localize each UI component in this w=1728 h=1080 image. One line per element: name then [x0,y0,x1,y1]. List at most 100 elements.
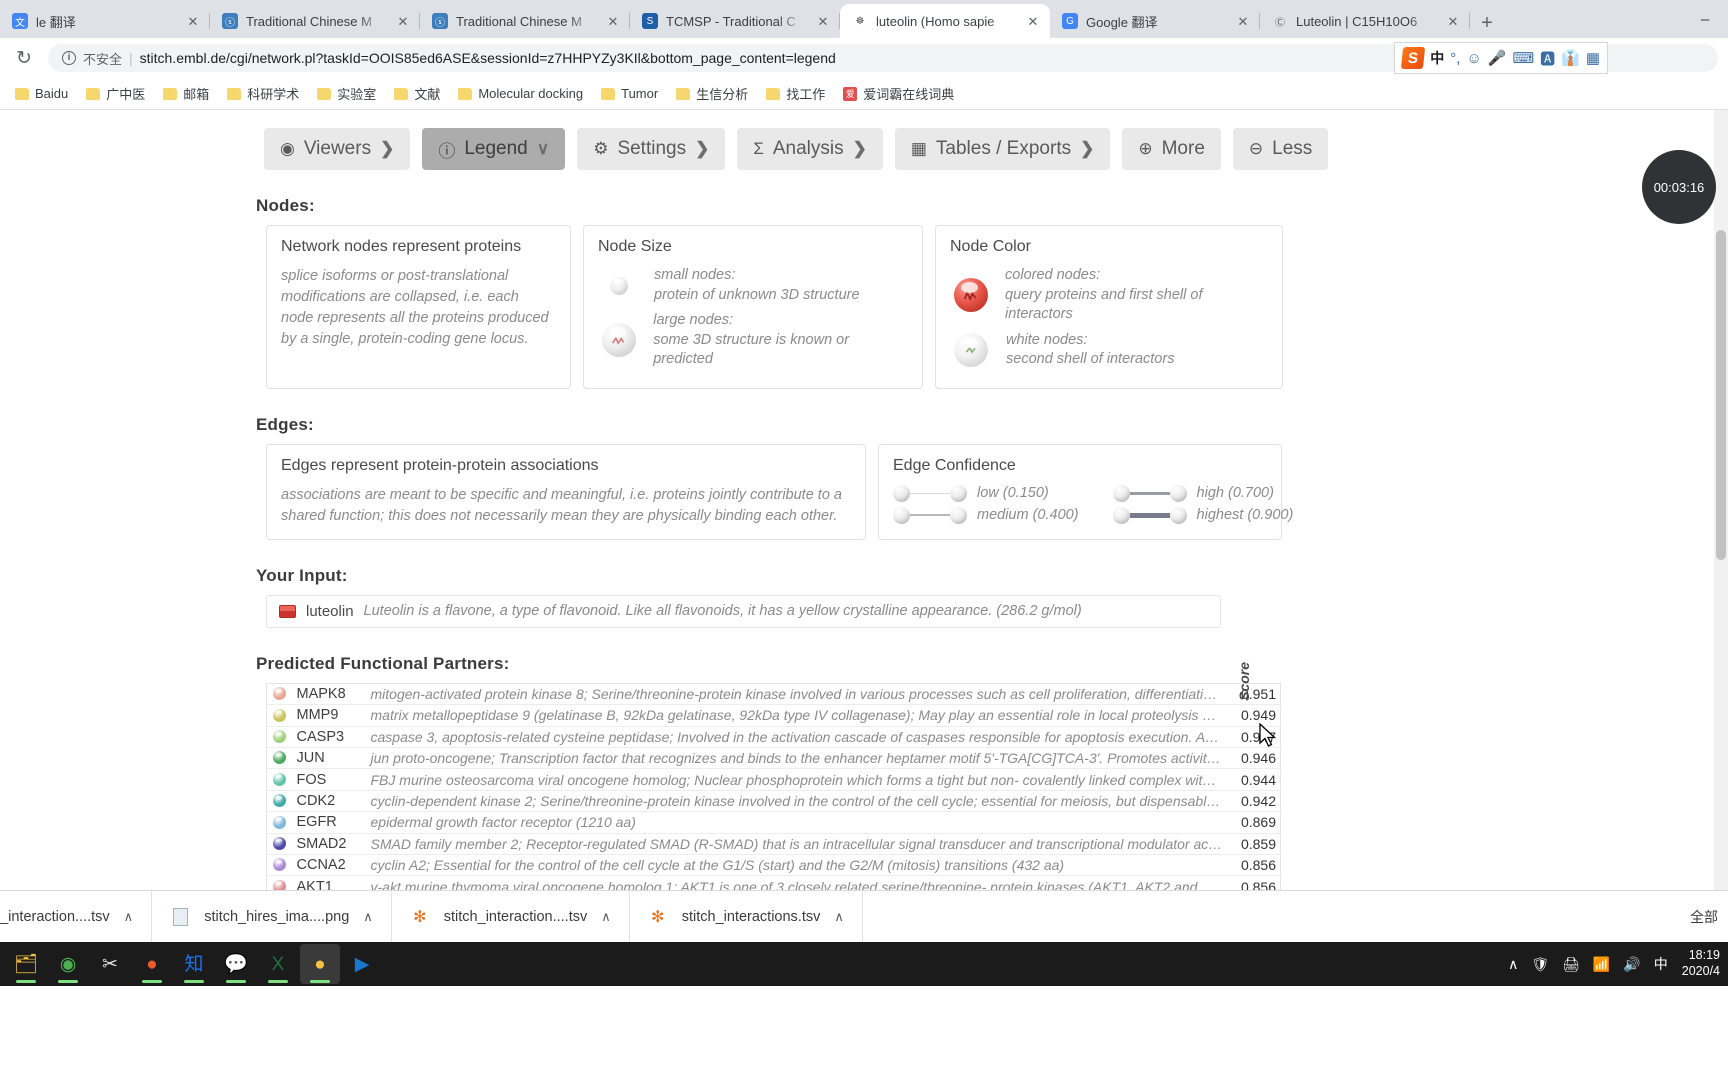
scrollbar-thumb[interactable] [1716,230,1726,560]
toolbar-button-less[interactable]: ⊖ Less [1232,128,1329,170]
minimize-button[interactable]: – [1682,11,1728,28]
bookmark-item[interactable]: 找工作 [759,81,832,106]
partner-name[interactable]: MAPK8 [293,683,367,704]
bookmark-item[interactable]: 广中医 [79,81,152,106]
table-row[interactable]: MAPK8 mitogen-activated protein kinase 8;… [266,683,1281,705]
show-hidden-icons-icon[interactable]: ∧ [1508,956,1518,973]
browser-tab[interactable]: ☸ luteolin (Homo sapie ✕ [840,4,1050,38]
table-row[interactable]: EGFR epidermal growth factor receptor (12… [266,812,1281,834]
table-row[interactable]: FOS FBJ murine osteosarcoma viral oncogen… [266,769,1281,791]
partner-name[interactable]: FOS [293,769,367,790]
microphone-icon[interactable]: 🎤 [1488,49,1507,67]
wechat-icon[interactable]: 💬 [216,944,256,984]
browser-tab[interactable]: G Google 翻译 ✕ [1050,4,1260,38]
partner-name[interactable]: CCNA2 [293,854,367,875]
partner-name[interactable]: MMP9 [293,705,367,726]
nodes-description-card: Network nodes represent proteins splice … [266,225,571,389]
taskbar-clock[interactable]: 18:19 2020/4 [1682,948,1720,979]
video-player-icon[interactable]: ▶ [342,944,382,984]
partner-score: 0.869 [1240,814,1276,831]
close-icon[interactable]: ✕ [814,12,832,30]
volume-icon[interactable]: 🔊 [1623,956,1640,973]
download-item[interactable]: stitch_hires_ima....png ∧ [152,890,392,943]
zhihu-icon[interactable]: 知 [174,944,214,984]
bookmark-label: 生信分析 [696,87,749,102]
browser-tab[interactable]: S TCMSP - Traditional C ✕ [630,4,840,38]
bookmark-item[interactable]: 生信分析 [669,81,755,106]
firefox-icon[interactable]: ● [132,944,172,984]
table-row[interactable]: MMP9 matrix metallopeptidase 9 (gelatinas… [266,705,1281,727]
table-row[interactable]: JUN jun proto-oncogene; Transcription fac… [266,748,1281,769]
toolbox-icon[interactable]: ▦ [1586,49,1600,67]
ime-indicator[interactable]: 中 [1654,954,1668,974]
keyboard-icon[interactable]: ⌨ [1512,49,1534,67]
download-item[interactable]: ✻ stitch_interactions.tsv ∧ [630,890,863,943]
security-icon[interactable]: 🛡 [1531,956,1549,973]
chevron-up-icon[interactable]: ∧ [124,909,134,925]
download-item[interactable]: ✻ stitch_interaction....tsv ∧ [392,890,630,943]
new-tab-button[interactable]: + [1470,8,1504,38]
sogou-icon[interactable]: ● [300,944,340,984]
chevron-up-icon[interactable]: ∧ [834,909,844,925]
snipping-tool-icon[interactable]: ✂ [90,944,130,984]
file-explorer-icon[interactable]: 🗂 [6,944,46,984]
bookmark-item[interactable]: 实验室 [310,81,383,106]
close-icon[interactable]: ✕ [394,12,412,30]
browser-tab[interactable]: Ⓒ Luteolin | C15H10O6 ✕ [1260,4,1470,38]
browser-tab[interactable]: 文 le 翻译 ✕ [0,4,210,38]
toolbar-button-settings[interactable]: ⚙ Settings ❯ [577,128,726,170]
sogou-logo-icon[interactable]: S [1401,47,1426,69]
toolbar-button-viewers[interactable]: ◉ Viewers ❯ [264,128,411,170]
table-row[interactable]: SMAD2 SMAD family member 2; Receptor-regu… [266,833,1281,855]
chevron-up-icon[interactable]: ∧ [363,909,373,925]
bookmark-item[interactable]: 邮箱 [156,81,216,106]
bookmark-item[interactable]: 文献 [387,81,447,106]
partner-name[interactable]: EGFR [293,812,367,833]
chevron-up-icon[interactable]: ∧ [601,909,611,925]
input-compound-row[interactable]: luteolin Luteolin is a flavone, a type o… [266,594,1221,628]
toolbar-button-analysis[interactable]: Σ Analysis ❯ [737,128,883,170]
chrome-icon[interactable]: ◉ [48,944,88,984]
table-row[interactable]: CASP3 caspase 3, apoptosis-related cystei… [266,726,1281,748]
partner-name[interactable]: CDK2 [293,790,367,811]
download-item[interactable]: ✻n_interaction....tsv∧ [0,890,153,943]
page-scrollbar[interactable] [1714,110,1728,890]
table-row[interactable]: CCNA2 cyclin A2; Essential for the contro… [266,854,1281,876]
sogou-ime-toolbar[interactable]: S 中 °, ☺ 🎤 ⌨ 🅰 👔 ▦ [1394,42,1608,74]
partner-name[interactable]: SMAD2 [293,833,367,854]
bookmark-item[interactable]: Baidu [8,83,75,104]
printer-icon[interactable]: 🖨 [1562,956,1580,973]
close-icon[interactable]: ✕ [1444,12,1462,30]
close-icon[interactable]: ✕ [1234,12,1252,30]
show-all-downloads-button[interactable]: 全部 [1690,907,1718,927]
toolbar-button-legend[interactable]: ⓘ Legend ∨ [422,128,566,170]
browser-tab[interactable]: ⓢ Traditional Chinese M ✕ [210,4,420,38]
url-text[interactable]: stitch.embl.de/cgi/network.pl?taskId=OOI… [140,50,836,66]
translate-tool-icon[interactable]: 🅰 [1540,48,1555,69]
close-icon[interactable]: ✕ [184,12,202,30]
excel-icon[interactable]: X [258,944,298,984]
bookmark-item[interactable]: 科研学术 [220,81,306,106]
toolbar-button-tables-exports[interactable]: ▦ Tables / Exports ❯ [894,128,1111,170]
network-icon[interactable]: 📶 [1593,956,1610,973]
chinese-mode-icon[interactable]: 中 [1430,48,1444,68]
close-icon[interactable]: ✕ [604,12,622,30]
toolbar-button-label: Analysis [772,138,844,159]
toolbar-button-more[interactable]: ⊕ More [1122,128,1221,170]
partner-name[interactable]: JUN [293,748,367,769]
partner-name[interactable]: CASP3 [293,726,367,747]
reload-icon[interactable]: ↻ [10,47,38,70]
input-compound-name[interactable]: luteolin [306,603,354,620]
bookmark-item[interactable]: 爱爱词霸在线词典 [836,81,961,106]
punctuation-icon[interactable]: °, [1450,50,1460,67]
table-row[interactable]: AKT1 v-akt murine thymoma viral oncogene … [267,876,1281,890]
browser-tab[interactable]: ⓢ Traditional Chinese M ✕ [420,4,630,38]
bookmark-item[interactable]: Tumor [594,83,665,104]
table-row[interactable]: CDK2 cyclin-dependent kinase 2; Serine/th… [266,790,1281,812]
partner-name[interactable]: AKT1 [293,876,367,890]
close-icon[interactable]: ✕ [1024,12,1042,30]
skin-icon[interactable]: 👔 [1561,49,1580,67]
emoji-icon[interactable]: ☺ [1466,50,1481,67]
info-circle-icon[interactable]: i [62,51,76,65]
bookmark-item[interactable]: Molecular docking [451,83,590,104]
